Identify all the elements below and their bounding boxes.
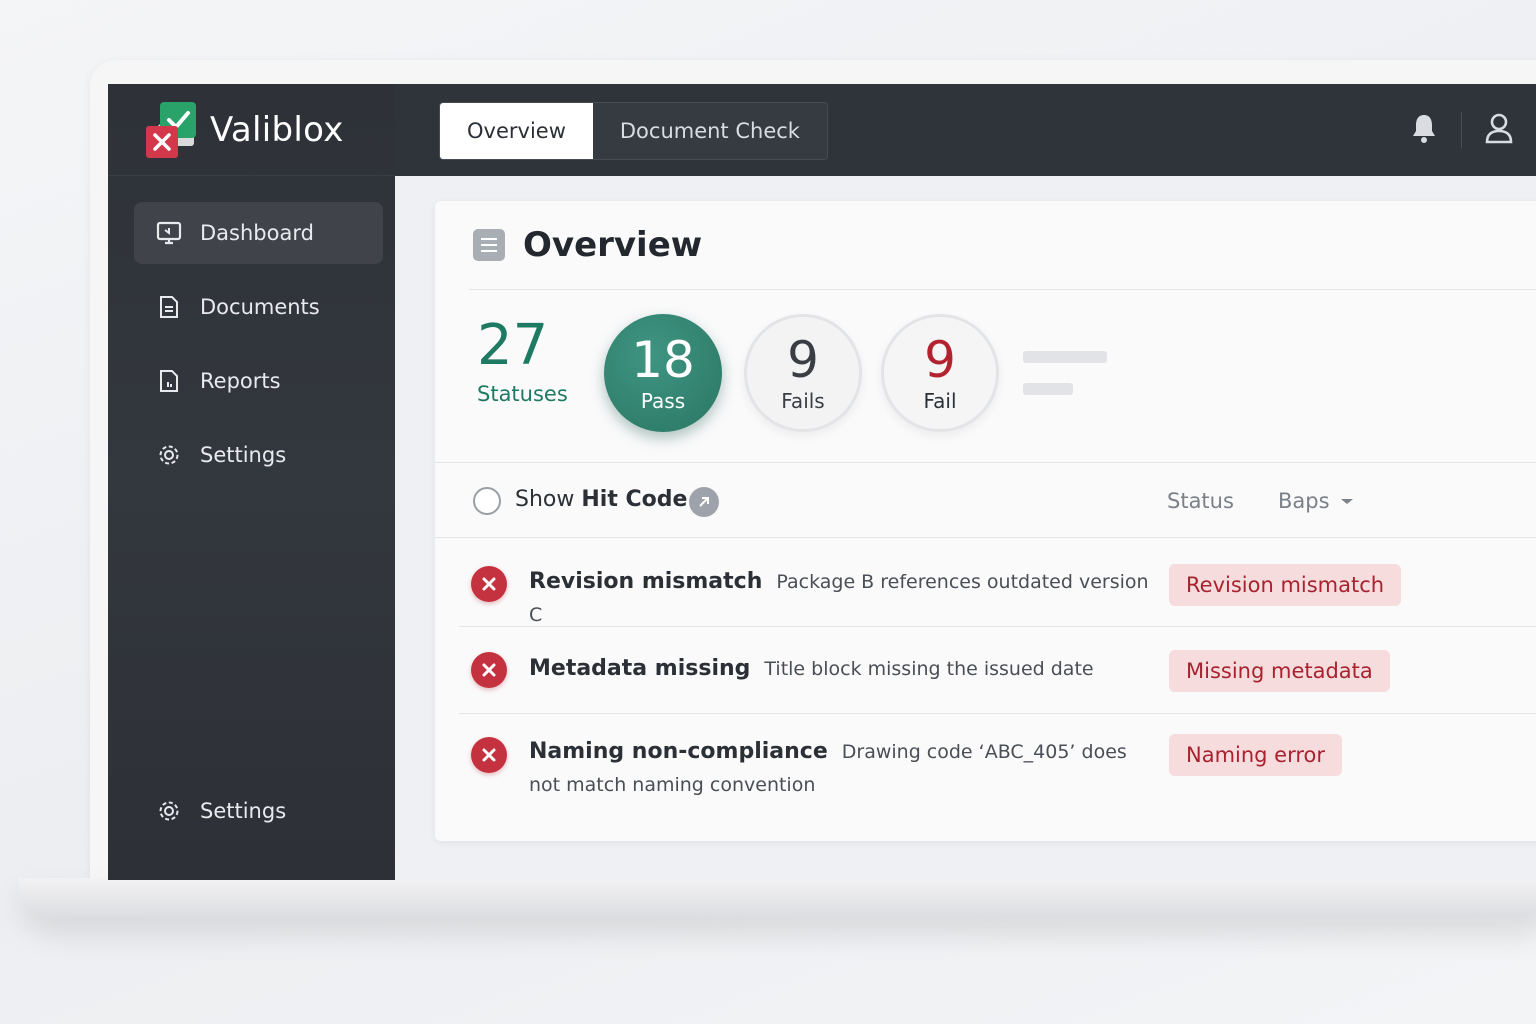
tab-document-check[interactable]: Document Check xyxy=(592,103,827,159)
issue-text: Revision mismatch Package B references ou… xyxy=(529,566,1149,632)
list-item[interactable]: Metadata missing Title block missing the … xyxy=(459,627,1536,714)
stat-fail-value: 9 xyxy=(924,331,956,389)
list-item[interactable]: Naming non-compliance Drawing code ‘ABC_4… xyxy=(459,714,1536,824)
placeholder-bar xyxy=(1023,383,1073,395)
stat-fails-value: 9 xyxy=(787,331,819,389)
gear-icon xyxy=(156,798,182,824)
sidebar-item-label: Settings xyxy=(200,443,287,467)
error-icon xyxy=(471,737,507,773)
issue-title: Naming non-compliance xyxy=(529,739,828,764)
error-icon xyxy=(471,652,507,688)
tab-overview[interactable]: Overview xyxy=(440,103,593,159)
placeholder-bar xyxy=(1023,351,1107,363)
issue-description: Title block missing the issued date xyxy=(764,658,1094,680)
status-badge: Revision mismatch xyxy=(1169,564,1402,606)
bell-icon[interactable] xyxy=(1409,112,1439,148)
stat-total: 27 Statuses xyxy=(477,312,568,406)
stat-total-value: 27 xyxy=(477,313,549,378)
baps-dropdown[interactable]: Baps xyxy=(1278,489,1358,513)
tab-bar: Overview Document Check xyxy=(439,102,828,160)
sidebar-item-label: Documents xyxy=(200,295,320,319)
sidebar-item-label: Settings xyxy=(200,799,287,823)
monitor-icon xyxy=(156,220,182,246)
issue-title: Revision mismatch xyxy=(529,569,763,594)
app-window: Valiblox Dashboard Documents Reports Set… xyxy=(108,84,1536,880)
stat-pass[interactable]: 18 Pass xyxy=(604,314,722,432)
document-icon xyxy=(156,294,182,320)
filter-row: Show Hit Code Status Baps xyxy=(435,463,1536,538)
hit-code-info-icon[interactable] xyxy=(689,487,719,517)
show-prefix: Show xyxy=(515,487,575,512)
stat-total-label: Statuses xyxy=(477,382,568,406)
status-filter[interactable]: Status xyxy=(1167,489,1234,513)
user-icon[interactable] xyxy=(1484,112,1514,148)
sidebar-item-documents[interactable]: Documents xyxy=(134,276,383,338)
stat-pass-value: 18 xyxy=(631,331,695,389)
sidebar-item-settings-bottom[interactable]: Settings xyxy=(134,780,286,842)
stat-pass-label: Pass xyxy=(640,389,686,413)
topbar-divider xyxy=(1461,112,1462,148)
chevron-down-icon xyxy=(1340,499,1353,504)
show-bold: Hit Code xyxy=(581,487,688,512)
issue-text: Metadata missing Title block missing the … xyxy=(529,653,1149,686)
brand-name: Valiblox xyxy=(210,109,344,150)
stat-fail[interactable]: 9 Fail xyxy=(881,314,999,432)
issue-list: Revision mismatch Package B references ou… xyxy=(435,538,1536,824)
sidebar-item-settings[interactable]: Settings xyxy=(134,424,383,486)
error-icon xyxy=(471,566,507,602)
show-hit-code-label[interactable]: Show Hit Code xyxy=(515,487,687,512)
laptop-base xyxy=(18,878,1536,918)
issue-text: Naming non-compliance Drawing code ‘ABC_4… xyxy=(529,736,1139,802)
show-hit-code-radio[interactable] xyxy=(473,487,501,515)
sidebar-bottom: Settings xyxy=(134,780,286,854)
brand[interactable]: Valiblox xyxy=(108,84,395,176)
stat-fail-label: Fail xyxy=(923,389,957,413)
sidebar-item-label: Reports xyxy=(200,369,281,393)
topbar: Overview Document Check xyxy=(395,84,1536,176)
sidebar-item-label: Dashboard xyxy=(200,221,314,245)
status-badge: Missing metadata xyxy=(1169,650,1390,692)
valiblox-logo-icon xyxy=(146,101,196,158)
sidebar-item-dashboard[interactable]: Dashboard xyxy=(134,202,383,264)
card-header: Overview xyxy=(469,201,1536,290)
stat-fails-label: Fails xyxy=(781,389,825,413)
status-badge: Naming error xyxy=(1169,734,1343,776)
topbar-actions xyxy=(1409,112,1514,148)
stat-fails[interactable]: 9 Fails xyxy=(744,314,862,432)
issue-title: Metadata missing xyxy=(529,656,751,681)
sidebar-nav: Dashboard Documents Reports Settings xyxy=(108,176,395,486)
stats-summary: 27 Statuses 18 Pass 9 Fails 9 Fail xyxy=(435,290,1536,463)
sidebar: Valiblox Dashboard Documents Reports Set… xyxy=(108,84,395,880)
list-icon xyxy=(473,229,505,261)
report-icon xyxy=(156,368,182,394)
gear-icon xyxy=(156,442,182,468)
baps-label: Baps xyxy=(1278,489,1330,513)
overview-card: Overview 27 Statuses 18 Pass 9 Fails 9 F… xyxy=(435,201,1536,841)
sidebar-item-reports[interactable]: Reports xyxy=(134,350,383,412)
list-item[interactable]: Revision mismatch Package B references ou… xyxy=(459,538,1536,627)
page-title: Overview xyxy=(523,225,703,265)
